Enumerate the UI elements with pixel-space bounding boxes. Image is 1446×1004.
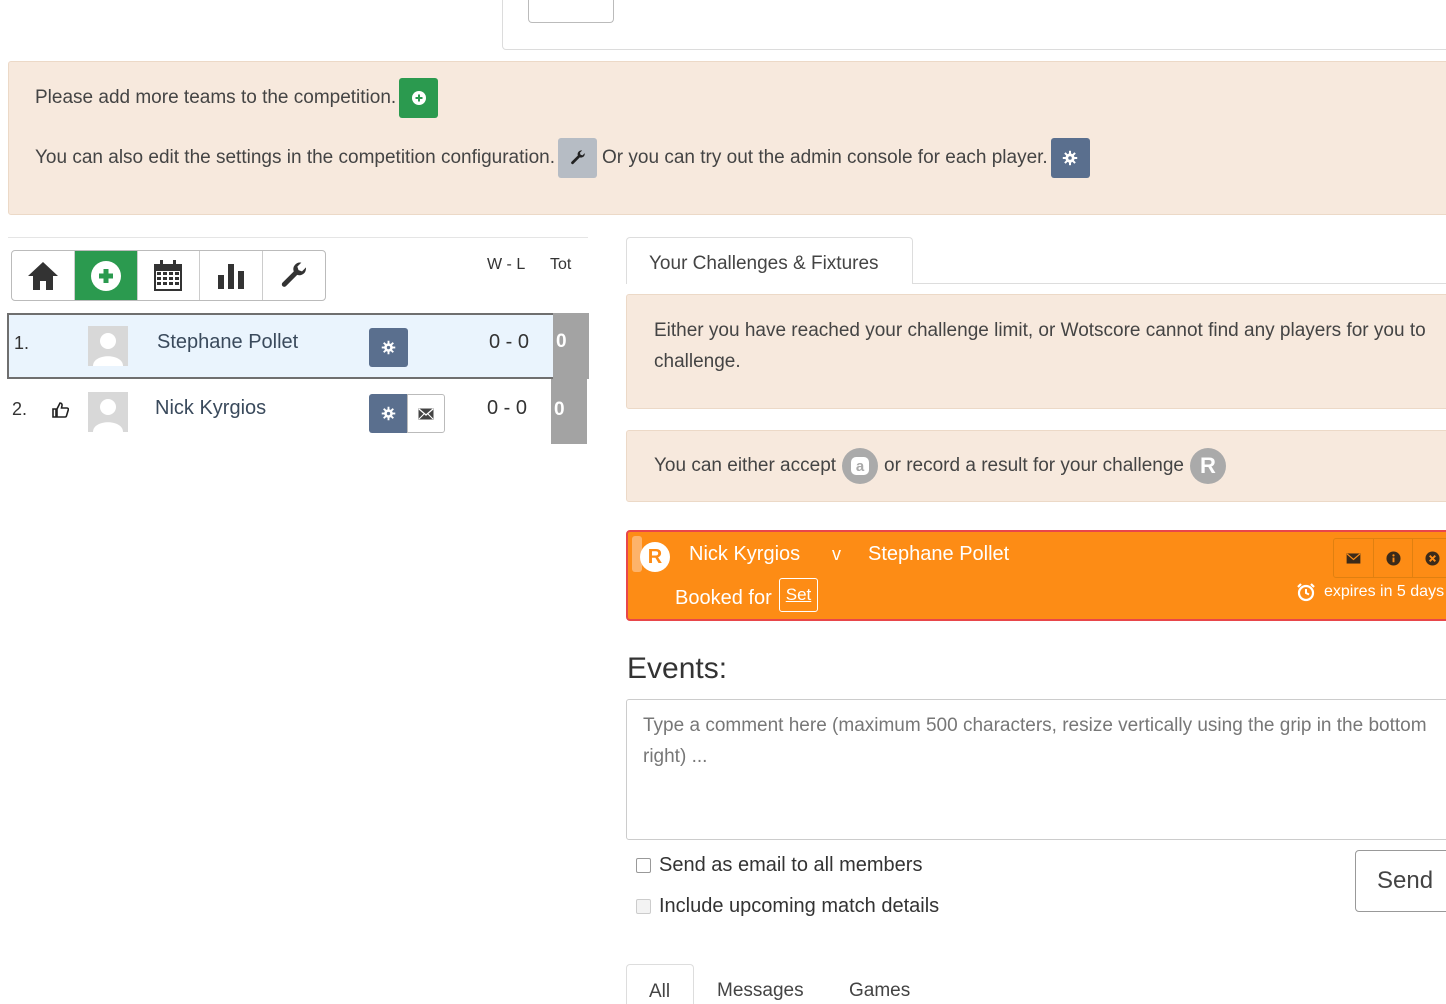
rank: 2. xyxy=(12,399,28,419)
tab-all[interactable]: All xyxy=(626,964,694,1004)
alarm-clock-icon xyxy=(1297,583,1315,602)
envelope-icon xyxy=(418,408,434,419)
admin-console-button[interactable] xyxy=(1050,138,1090,178)
challenge-card[interactable]: R Nick Kyrgios v Stephane Pollet Booked … xyxy=(626,530,1446,621)
checkbox[interactable] xyxy=(636,858,651,873)
record-result-icon: R xyxy=(1189,448,1226,484)
home-icon xyxy=(27,261,58,290)
standings-toolbar xyxy=(11,250,326,301)
include-upcoming-label: Include upcoming match details xyxy=(659,895,940,917)
comment-input[interactable]: Type a comment here (maximum 500 charact… xyxy=(626,699,1446,840)
win-loss: 0 - 0 xyxy=(489,331,530,353)
add-teams-button[interactable] xyxy=(399,78,439,118)
player-name[interactable]: Nick Kyrgios xyxy=(155,397,266,420)
bar-chart-icon xyxy=(218,263,245,289)
include-upcoming-checkbox[interactable]: Include upcoming match details xyxy=(636,895,939,918)
stats-button[interactable] xyxy=(200,251,264,300)
tab-underline xyxy=(912,283,1446,284)
col-header-wl: W - L xyxy=(487,256,526,273)
email-all-label: Send as email to all members xyxy=(659,854,923,876)
settings-button[interactable] xyxy=(263,251,325,300)
alert-admin-text: Or you can try out the admin console for… xyxy=(602,147,1048,168)
alert-line-2: You can also edit the settings in the co… xyxy=(35,138,1090,178)
user-silhouette-icon xyxy=(93,399,123,432)
player-name[interactable]: Stephane Pollet xyxy=(157,331,298,354)
send-button[interactable]: Send xyxy=(1355,850,1446,912)
total-points: 0 xyxy=(551,379,587,444)
home-button[interactable] xyxy=(12,251,75,300)
challenge-limit-notice: Either you have reached your challenge l… xyxy=(626,294,1446,409)
gear-icon xyxy=(381,406,396,421)
add-button[interactable] xyxy=(74,251,138,300)
alert-config-text: You can also edit the settings in the co… xyxy=(35,147,556,168)
gear-icon xyxy=(381,340,396,355)
alert-add-teams-text: Please add more teams to the competition… xyxy=(35,87,397,108)
top-stub-button[interactable] xyxy=(528,0,614,23)
win-loss: 0 - 0 xyxy=(487,397,528,419)
accept-record-notice: You can either accept a or record a resu… xyxy=(626,430,1446,502)
table-row[interactable]: 1. Stephane Pollet 0 - 0 0 xyxy=(7,313,589,379)
table-row[interactable]: 2. Nick Kyrgios 0 - 0 0 xyxy=(7,379,588,445)
rank: 1. xyxy=(14,333,30,353)
avatar xyxy=(88,326,128,366)
expiry-notice: expires in 5 days xyxy=(1296,582,1444,602)
add-circle-icon xyxy=(90,260,121,291)
add-circle-icon xyxy=(411,91,426,105)
expiry-text: expires in 5 days xyxy=(1324,583,1445,600)
events-heading: Events: xyxy=(627,652,728,685)
standings-divider xyxy=(8,237,588,238)
record-text: or record a result for your challenge xyxy=(884,455,1184,476)
accept-text: You can either accept xyxy=(654,455,837,476)
opponent-name: Stephane Pollet xyxy=(868,543,1010,565)
wrench-icon xyxy=(281,262,307,287)
accept-icon: a xyxy=(842,448,879,484)
accept-icon-letter: a xyxy=(851,457,870,475)
thumbs-up-icon xyxy=(52,402,69,418)
challenger-name: Nick Kyrgios xyxy=(689,543,801,565)
envelope-icon xyxy=(1346,552,1361,564)
alert-line-1: Please add more teams to the competition… xyxy=(35,78,439,118)
tab-challenges-fixtures[interactable]: Your Challenges & Fixtures xyxy=(626,237,913,284)
col-header-tot: Tot xyxy=(550,256,572,273)
wrench-icon xyxy=(570,150,585,165)
top-panel xyxy=(502,0,1446,50)
gear-icon xyxy=(1063,150,1078,166)
message-player-button[interactable] xyxy=(407,394,445,433)
total-points: 0 xyxy=(553,313,589,379)
challenge-info-button[interactable] xyxy=(1374,539,1414,577)
setup-alert: Please add more teams to the competition… xyxy=(8,61,1446,215)
config-button[interactable] xyxy=(558,138,598,178)
user-silhouette-icon xyxy=(93,333,123,366)
challenge-actions xyxy=(1333,538,1446,578)
booked-label: Booked for xyxy=(675,587,772,609)
versus-label: v xyxy=(832,544,841,564)
tab-games[interactable]: Games xyxy=(849,964,910,1004)
challenge-message-button[interactable] xyxy=(1334,539,1374,577)
info-icon xyxy=(1385,550,1401,566)
checkbox[interactable] xyxy=(636,899,651,914)
calendar-icon xyxy=(154,259,183,291)
record-result-badge[interactable]: R xyxy=(640,542,670,572)
tab-messages[interactable]: Messages xyxy=(717,964,804,1004)
set-booking-button[interactable]: Set xyxy=(779,578,818,612)
close-circle-icon xyxy=(1425,550,1440,566)
challenge-cancel-button[interactable] xyxy=(1413,539,1446,577)
avatar xyxy=(88,392,128,432)
calendar-button[interactable] xyxy=(138,251,201,300)
player-admin-button[interactable] xyxy=(369,328,408,367)
email-all-checkbox[interactable]: Send as email to all members xyxy=(636,854,922,877)
player-admin-button[interactable] xyxy=(369,394,408,433)
